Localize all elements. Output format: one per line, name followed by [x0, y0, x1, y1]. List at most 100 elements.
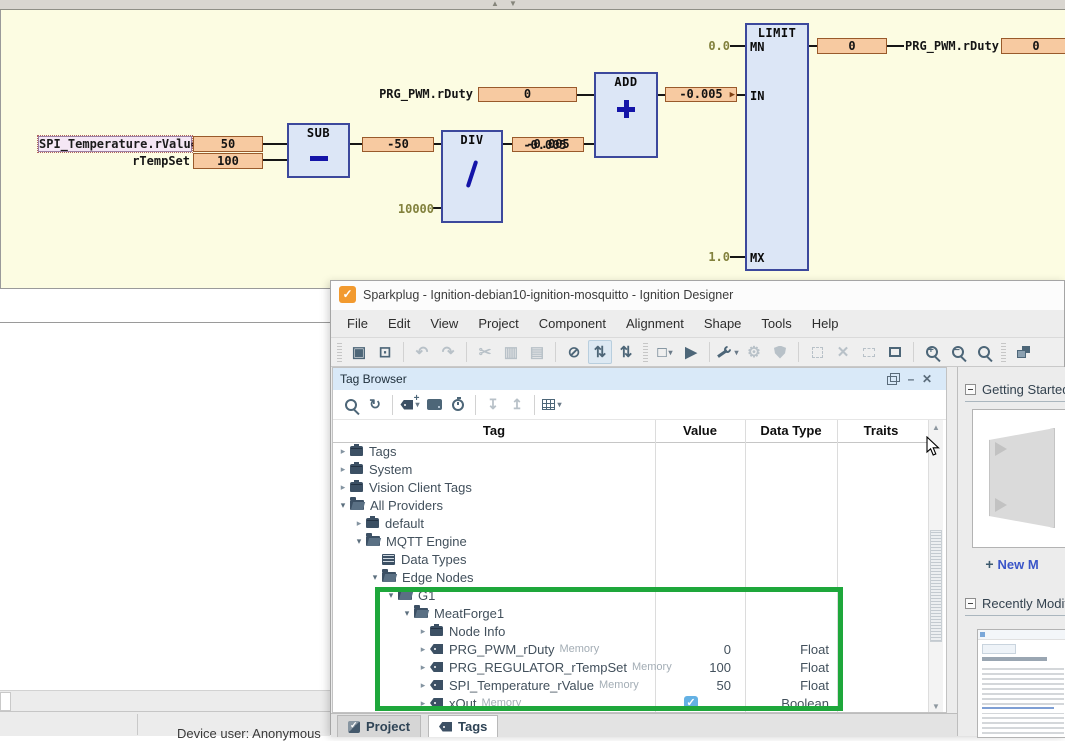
refresh-button[interactable]: ↻: [364, 394, 386, 416]
shape-tool-button[interactable]: □▾: [653, 340, 677, 364]
tree-row-label: default: [385, 516, 424, 531]
zoom-out-button[interactable]: [946, 340, 970, 364]
dropdown-caret-icon[interactable]: ▾: [734, 348, 738, 357]
fbd-var-rtempset[interactable]: rTempSet: [90, 154, 190, 168]
zoom-in-button[interactable]: [920, 340, 944, 364]
security-shield-button: [768, 340, 792, 364]
fbd-value-limit-out[interactable]: 0: [817, 38, 887, 54]
timer-button[interactable]: [447, 394, 469, 416]
vertical-scrollbar[interactable]: ▲ ▼: [928, 420, 943, 712]
menu-help[interactable]: Help: [802, 316, 849, 331]
fbd-const-mx[interactable]: 1.0: [700, 250, 730, 264]
comm-off-button-icon: ⊘: [568, 343, 581, 361]
column-header-value[interactable]: Value: [655, 423, 745, 438]
column-header-tag[interactable]: Tag: [333, 423, 655, 438]
tree-row-system[interactable]: ▸System: [333, 460, 927, 478]
fbd-value-add-out[interactable]: -0.005▶: [665, 87, 737, 102]
horizontal-scrollbar-thumb[interactable]: [0, 692, 11, 711]
window-title-bar[interactable]: ✓ Sparkplug - Ignition-debian10-ignition…: [331, 281, 1064, 311]
tab-tags[interactable]: Tags: [428, 715, 498, 737]
tools-wrench-button[interactable]: ▾: [716, 340, 740, 364]
transform-button[interactable]: [883, 340, 907, 364]
menu-component[interactable]: Component: [529, 316, 616, 331]
expander-icon[interactable]: ▸: [353, 518, 365, 529]
size-expand-button: [805, 340, 829, 364]
fbd-block-limit[interactable]: LIMIT MN IN MX: [745, 23, 809, 271]
fbd-var-spi-temperature[interactable]: SPI_Temperature.rValue: [38, 136, 192, 152]
fbd-value-sub-out[interactable]: -50: [362, 137, 434, 152]
comm-read-write-button[interactable]: ⇅: [614, 340, 638, 364]
scroll-down-icon[interactable]: ▼: [929, 700, 943, 712]
fbd-value-spi[interactable]: 50: [193, 136, 263, 152]
expander-icon[interactable]: ▾: [369, 572, 381, 583]
fbd-value-rtempset[interactable]: 100: [193, 153, 263, 169]
tag-browser-title-bar[interactable]: Tag Browser – ✕: [333, 368, 946, 391]
menu-file[interactable]: File: [337, 316, 378, 331]
collapse-icon[interactable]: [965, 598, 976, 609]
panel-minimize-icon[interactable]: –: [903, 370, 919, 387]
scrollbar-thumb[interactable]: [930, 530, 942, 642]
window-title: Sparkplug - Ignition-debian10-ignition-m…: [363, 288, 733, 302]
fbd-const-10000[interactable]: 10000: [364, 202, 434, 216]
fbd-var-pwm-rduty-out[interactable]: PRG_PWM.rDuty: [905, 39, 999, 53]
menu-tools[interactable]: Tools: [751, 316, 801, 331]
tree-row-vision-client-tags[interactable]: ▸Vision Client Tags: [333, 478, 927, 496]
dropdown-caret-icon[interactable]: ▾: [557, 400, 561, 409]
minus-operator-icon: [310, 156, 328, 161]
new-main-window-link[interactable]: +New M: [958, 556, 1065, 572]
tree-row-all-providers[interactable]: ▾All Providers: [333, 496, 927, 514]
windows-cascade-button[interactable]: [1011, 340, 1035, 364]
menu-shape[interactable]: Shape: [694, 316, 752, 331]
tab-project[interactable]: Project: [337, 715, 421, 737]
fbd-canvas[interactable]: SPI_Temperature.rValue 50 rTempSet 100 S…: [0, 10, 1065, 289]
dropdown-caret-icon[interactable]: ▾: [669, 348, 673, 357]
zoom-reset-button[interactable]: [972, 340, 996, 364]
splitter-down-icon[interactable]: ▼: [509, 0, 517, 8]
fbd-const-mn[interactable]: 0.0: [700, 39, 730, 53]
search-button[interactable]: [340, 394, 362, 416]
expander-icon[interactable]: ▸: [337, 482, 349, 493]
getting-started-thumbnail[interactable]: [972, 409, 1065, 548]
horizontal-scrollbar[interactable]: [0, 690, 330, 712]
expander-icon[interactable]: ▸: [337, 464, 349, 475]
menu-view[interactable]: View: [420, 316, 468, 331]
comm-off-button[interactable]: ⊘: [562, 340, 586, 364]
save-button[interactable]: ▣: [347, 340, 371, 364]
tree-row-tags[interactable]: ▸Tags: [333, 442, 927, 460]
table-options-button[interactable]: ▾: [541, 394, 563, 416]
column-header-traits[interactable]: Traits: [837, 423, 925, 438]
getting-started-header[interactable]: Getting Started: [965, 382, 1065, 397]
tree-row-edge-nodes[interactable]: ▾Edge Nodes: [333, 568, 927, 586]
new-tag-button[interactable]: ▾: [399, 394, 421, 416]
preview-play-button[interactable]: ▶: [679, 340, 703, 364]
splitter-up-icon[interactable]: ▲: [491, 0, 499, 8]
expander-icon[interactable]: ▸: [337, 446, 349, 457]
tag-provider-icon: [350, 446, 363, 456]
expander-icon[interactable]: ▾: [337, 500, 349, 511]
menu-alignment[interactable]: Alignment: [616, 316, 694, 331]
tree-row-mqtt-engine[interactable]: ▾MQTT Engine: [333, 532, 927, 550]
menu-project[interactable]: Project: [468, 316, 528, 331]
recently-modified-thumbnail[interactable]: [977, 629, 1065, 738]
udt-definitions-button[interactable]: [423, 394, 445, 416]
scroll-up-icon[interactable]: ▲: [929, 421, 943, 434]
wire: [886, 45, 904, 47]
column-header-datatype[interactable]: Data Type: [745, 423, 837, 438]
fbd-block-sub[interactable]: SUB: [287, 123, 350, 178]
panel-close-icon[interactable]: ✕: [919, 370, 935, 387]
tree-row-default[interactable]: ▸ default: [333, 514, 927, 532]
collapse-icon[interactable]: [965, 384, 976, 395]
fbd-block-add[interactable]: ADD: [594, 72, 658, 158]
fbd-block-div[interactable]: DIV: [441, 130, 503, 223]
recently-modified-header[interactable]: Recently Modified: [965, 596, 1065, 611]
fbd-value-out[interactable]: 0: [1001, 38, 1065, 54]
panel-float-icon[interactable]: [884, 370, 900, 387]
comm-read-button[interactable]: ⇅: [588, 340, 612, 364]
expander-icon[interactable]: ▾: [353, 536, 365, 547]
fbd-value-pwm-in[interactable]: 0: [478, 87, 577, 102]
save-project-button[interactable]: ⊡: [373, 340, 397, 364]
tree-row-data-types[interactable]: Data Types: [333, 550, 927, 568]
menu-edit[interactable]: Edit: [378, 316, 420, 331]
fbd-var-pwm-rduty-in[interactable]: PRG_PWM.rDuty: [361, 87, 473, 101]
vertical-splitter[interactable]: ▲ ▼: [0, 0, 1065, 10]
